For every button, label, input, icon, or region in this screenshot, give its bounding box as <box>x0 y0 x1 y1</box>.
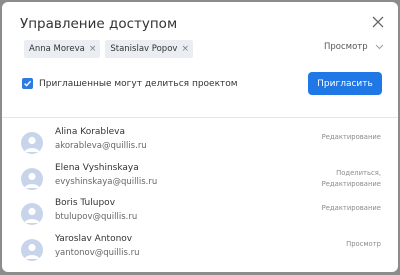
user-placeholder-icon <box>24 172 40 188</box>
member-role-line: Поделиться, <box>336 169 381 177</box>
member-email: btulupov@quillis.ru <box>55 212 138 222</box>
avatar <box>21 168 43 190</box>
avatar <box>21 132 43 154</box>
member-email: akorableva@quillis.ru <box>55 141 147 151</box>
member-row: Alina Korableva akorableva@quillis.ru Ре… <box>2 127 398 161</box>
member-row: Elena Vyshinskaya evyshinskaya@quillis.r… <box>2 163 398 197</box>
member-name: Alina Korableva <box>55 127 126 137</box>
remove-token-button[interactable]: × <box>181 44 189 54</box>
invite-role-value: Просмотр <box>324 42 368 52</box>
member-role[interactable]: Редактирование <box>291 203 381 214</box>
avatar <box>21 203 43 225</box>
dialog-title: Управление доступом <box>20 16 178 32</box>
member-email: yantonov@quillis.ru <box>55 248 140 258</box>
member-role[interactable]: Редактирование <box>291 132 381 143</box>
user-placeholder-icon <box>24 136 40 152</box>
chevron-down-icon <box>375 44 383 50</box>
member-role-line: Редактирование <box>321 204 381 212</box>
member-name: Boris Tulupov <box>55 198 116 208</box>
member-role-line: Просмотр <box>346 240 381 248</box>
member-row: Yaroslav Antonov yantonov@quillis.ru Про… <box>2 234 398 268</box>
member-role[interactable]: Просмотр <box>291 239 381 250</box>
close-icon <box>372 16 384 28</box>
invite-role-select[interactable]: Просмотр <box>324 42 384 52</box>
invitee-tokens: Anna Moreva × Stanislav Popov × <box>24 40 193 58</box>
member-role-line: Редактирование <box>321 180 381 188</box>
invitee-token-name: Stanislav Popov <box>110 44 178 54</box>
avatar <box>21 239 43 261</box>
user-placeholder-icon <box>24 207 40 223</box>
invitee-token: Anna Moreva × <box>24 40 101 58</box>
member-role[interactable]: Поделиться, Редактирование <box>291 168 381 190</box>
member-role-line: Редактирование <box>321 133 381 141</box>
access-dialog: Управление доступом Anna Moreva × Stanis… <box>2 2 398 272</box>
share-permission-label: Приглашенные могут делиться проектом <box>39 78 238 89</box>
share-permission-checkbox[interactable] <box>22 78 33 89</box>
invite-button[interactable]: Пригласить <box>308 72 382 95</box>
divider <box>2 117 398 118</box>
checkmark-icon <box>24 80 32 87</box>
remove-token-button[interactable]: × <box>89 44 97 54</box>
member-email: evyshinskaya@quillis.ru <box>55 177 158 187</box>
invitee-token: Stanislav Popov × <box>105 40 193 58</box>
share-permission-row: Приглашенные могут делиться проектом <box>22 78 238 89</box>
user-placeholder-icon <box>24 243 40 259</box>
close-button[interactable] <box>368 12 388 32</box>
member-name: Elena Vyshinskaya <box>55 163 139 173</box>
member-row: Boris Tulupov btulupov@quillis.ru Редакт… <box>2 198 398 232</box>
invitee-token-name: Anna Moreva <box>29 44 85 54</box>
member-name: Yaroslav Antonov <box>55 234 133 244</box>
